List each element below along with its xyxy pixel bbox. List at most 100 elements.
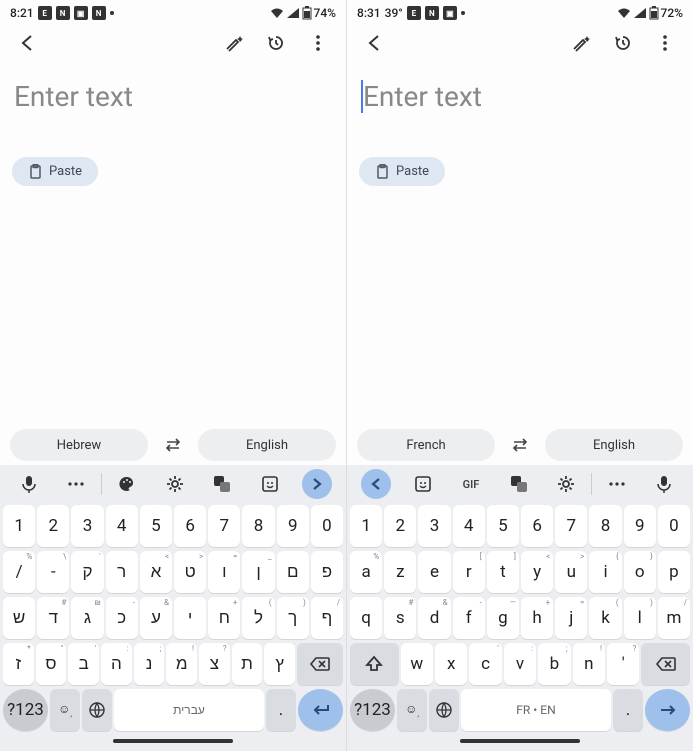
more-icon[interactable] — [54, 466, 100, 502]
key-6[interactable]: 6 — [521, 505, 553, 547]
paste-button[interactable]: Paste — [359, 157, 445, 186]
key-l[interactable]: l) — [624, 597, 656, 639]
key-v[interactable]: v: — [504, 643, 536, 685]
key-2[interactable]: 2 — [384, 505, 416, 547]
key-j[interactable]: j= — [555, 597, 587, 639]
key-n[interactable]: n! — [573, 643, 605, 685]
backspace-key[interactable] — [297, 643, 343, 685]
nav-handle[interactable] — [113, 739, 233, 743]
lang-source-chip[interactable]: Hebrew — [10, 429, 148, 461]
key-9[interactable]: 9 — [277, 505, 309, 547]
key--[interactable]: -\ — [37, 551, 69, 593]
symbols-key[interactable]: ?123 — [3, 689, 48, 731]
symbols-key[interactable]: ?123 — [350, 689, 395, 731]
backspace-key[interactable] — [641, 643, 690, 685]
key-ו[interactable]: ו= — [208, 551, 240, 593]
more-icon[interactable] — [594, 466, 640, 502]
enter-key[interactable] — [298, 689, 343, 731]
key-2[interactable]: 2 — [37, 505, 69, 547]
key-3[interactable]: 3 — [71, 505, 103, 547]
swap-languages-button[interactable] — [156, 437, 190, 453]
key-b[interactable]: b; — [538, 643, 570, 685]
key-צ[interactable]: צ? — [199, 643, 230, 685]
key-g[interactable]: g— — [487, 597, 519, 639]
key-k[interactable]: k( — [589, 597, 621, 639]
key-ג[interactable]: ג₪ — [71, 597, 103, 639]
key-ב[interactable]: ב' — [68, 643, 99, 685]
key-א[interactable]: א< — [140, 551, 172, 593]
lang-target-chip[interactable]: English — [198, 429, 336, 461]
gif-button[interactable]: GIF — [448, 466, 494, 502]
key-פ[interactable]: פ — [311, 551, 343, 593]
swap-languages-button[interactable] — [503, 437, 537, 453]
lang-target-chip[interactable]: English — [545, 429, 683, 461]
key-ד[interactable]: ד# — [37, 597, 69, 639]
period-key[interactable]: . — [266, 689, 296, 731]
key-7[interactable]: 7 — [208, 505, 240, 547]
key-ט[interactable]: ט> — [174, 551, 206, 593]
key-כ[interactable]: כ- — [106, 597, 138, 639]
key-a[interactable]: a% — [350, 551, 382, 593]
key-0[interactable]: 0 — [658, 505, 690, 547]
sticker-icon[interactable] — [247, 466, 293, 502]
key-ף[interactable]: ף/ — [311, 597, 343, 639]
key-w[interactable]: w — [401, 643, 433, 685]
emoji-key[interactable]: ☺, — [50, 689, 80, 731]
key-4[interactable]: 4 — [106, 505, 138, 547]
key-5[interactable]: 5 — [487, 505, 519, 547]
key-ש[interactable]: ש — [3, 597, 35, 639]
key-מ[interactable]: מ! — [166, 643, 197, 685]
key-3[interactable]: 3 — [418, 505, 450, 547]
mic-icon[interactable] — [641, 466, 687, 502]
key-ם[interactable]: ם — [277, 551, 309, 593]
key-6[interactable]: 6 — [174, 505, 206, 547]
draw-button[interactable] — [216, 25, 252, 61]
space-key[interactable]: עברית — [114, 689, 264, 731]
key-ז[interactable]: ז* — [3, 643, 34, 685]
key-u[interactable]: u> — [555, 551, 587, 593]
key-ן[interactable]: ן_ — [242, 551, 274, 593]
key-ך[interactable]: ך) — [277, 597, 309, 639]
key-ק[interactable]: ק' — [71, 551, 103, 593]
key-h[interactable]: h+ — [521, 597, 553, 639]
key-r[interactable]: r[ — [453, 551, 485, 593]
key-x[interactable]: x — [435, 643, 467, 685]
translate-icon[interactable] — [496, 466, 542, 502]
key-d[interactable]: d& — [418, 597, 450, 639]
key-4[interactable]: 4 — [453, 505, 485, 547]
sticker-icon[interactable] — [401, 466, 447, 502]
translate-icon[interactable] — [199, 466, 245, 502]
back-button[interactable] — [10, 25, 46, 61]
lang-source-chip[interactable]: French — [357, 429, 495, 461]
gear-icon[interactable] — [152, 466, 198, 502]
key-ס[interactable]: ס" — [36, 643, 67, 685]
palette-icon[interactable] — [104, 466, 150, 502]
history-button[interactable] — [258, 25, 294, 61]
key-'[interactable]: '? — [607, 643, 639, 685]
enter-key[interactable] — [645, 689, 690, 731]
key-י[interactable]: י — [174, 597, 206, 639]
key-f[interactable]: f- — [453, 597, 485, 639]
key-0[interactable]: 0 — [311, 505, 343, 547]
mic-icon[interactable] — [6, 466, 52, 502]
key-z[interactable]: z — [384, 551, 416, 593]
toolbar-expand-button[interactable] — [353, 466, 399, 502]
key-/[interactable]: /% — [3, 551, 35, 593]
paste-button[interactable]: Paste — [12, 157, 98, 186]
key-y[interactable]: y< — [521, 551, 553, 593]
key-p[interactable]: p — [658, 551, 690, 593]
key-1[interactable]: 1 — [350, 505, 382, 547]
toolbar-expand-button[interactable] — [294, 466, 340, 502]
gear-icon[interactable] — [543, 466, 589, 502]
key-ע[interactable]: ע& — [140, 597, 172, 639]
key-8[interactable]: 8 — [589, 505, 621, 547]
more-menu-button[interactable] — [300, 25, 336, 61]
key-ח[interactable]: ח+ — [208, 597, 240, 639]
key-8[interactable]: 8 — [242, 505, 274, 547]
key-9[interactable]: 9 — [624, 505, 656, 547]
text-input[interactable]: Enter text — [12, 74, 334, 113]
more-menu-button[interactable] — [647, 25, 683, 61]
globe-key[interactable] — [82, 689, 112, 731]
key-ר[interactable]: ר — [106, 551, 138, 593]
key-q[interactable]: q — [350, 597, 382, 639]
